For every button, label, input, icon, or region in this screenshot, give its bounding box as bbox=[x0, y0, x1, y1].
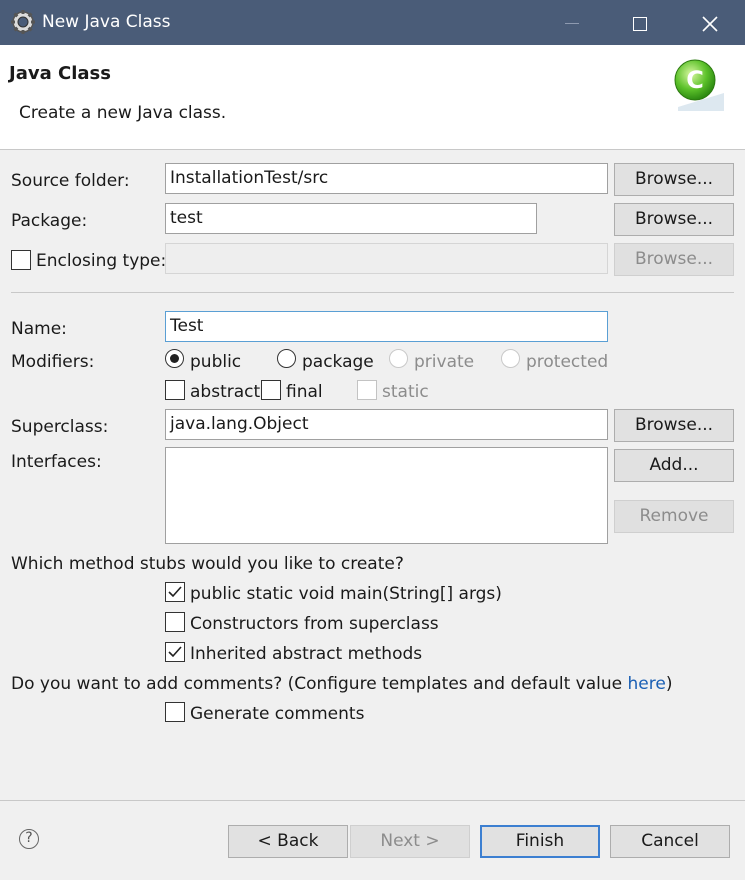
remove-interface-button: Remove bbox=[614, 500, 734, 533]
maximize-button[interactable] bbox=[605, 0, 675, 45]
static-checkbox bbox=[357, 380, 377, 400]
superclass-input[interactable]: java.lang.Object bbox=[165, 409, 608, 440]
comments-question: Do you want to add comments? (Configure … bbox=[11, 674, 672, 694]
inherited-methods-checkbox[interactable] bbox=[165, 642, 185, 662]
close-icon bbox=[702, 15, 718, 32]
source-folder-input[interactable]: InstallationTest/src bbox=[165, 163, 608, 194]
protected-radio bbox=[501, 349, 520, 368]
checkmark-icon bbox=[168, 586, 182, 598]
help-icon[interactable]: ? bbox=[19, 829, 39, 849]
title-bar: New Java Class bbox=[0, 0, 745, 45]
final-label: final bbox=[286, 382, 323, 402]
package-browse-button[interactable]: Browse... bbox=[614, 203, 734, 236]
close-button[interactable] bbox=[675, 0, 745, 45]
generate-comments-label: Generate comments bbox=[190, 704, 365, 724]
package-input[interactable]: test bbox=[165, 203, 537, 234]
static-label: static bbox=[382, 382, 429, 402]
abstract-label: abstract bbox=[190, 382, 261, 402]
add-interface-button[interactable]: Add... bbox=[614, 449, 734, 482]
comments-question-text: Do you want to add comments? (Configure … bbox=[11, 674, 628, 694]
wizard-description: Create a new Java class. bbox=[19, 103, 227, 123]
checkmark-icon bbox=[168, 646, 182, 658]
wizard-title: Java Class bbox=[9, 63, 111, 84]
enclosing-type-label: Enclosing type: bbox=[36, 251, 167, 271]
enclosing-type-browse-button: Browse... bbox=[614, 243, 734, 276]
wizard-header: Java Class Create a new Java class. C bbox=[0, 45, 745, 150]
eclipse-gear-icon bbox=[10, 9, 36, 35]
configure-templates-link[interactable]: here bbox=[628, 674, 666, 694]
public-radio-label: public bbox=[190, 352, 242, 372]
package-radio[interactable] bbox=[277, 349, 296, 368]
enclosing-type-input bbox=[165, 243, 608, 274]
comments-question-suffix: ) bbox=[665, 674, 673, 694]
back-button[interactable]: < Back bbox=[228, 825, 348, 858]
name-input[interactable]: Test bbox=[165, 311, 608, 342]
divider bbox=[11, 292, 734, 293]
superclass-label: Superclass: bbox=[11, 417, 109, 437]
modifiers-label: Modifiers: bbox=[11, 352, 95, 372]
source-folder-browse-button[interactable]: Browse... bbox=[614, 163, 734, 196]
main-method-label: public static void main(String[] args) bbox=[190, 584, 502, 604]
method-stubs-question: Which method stubs would you like to cre… bbox=[11, 554, 404, 574]
inherited-methods-label: Inherited abstract methods bbox=[190, 644, 423, 664]
minimize-button[interactable] bbox=[537, 0, 607, 45]
main-method-checkbox[interactable] bbox=[165, 582, 185, 602]
cancel-button[interactable]: Cancel bbox=[610, 825, 730, 858]
protected-radio-label: protected bbox=[526, 352, 609, 372]
superclass-browse-button[interactable]: Browse... bbox=[614, 409, 734, 442]
finish-button[interactable]: Finish bbox=[480, 825, 600, 858]
svg-text:C: C bbox=[686, 66, 704, 94]
generate-comments-checkbox[interactable] bbox=[165, 702, 185, 722]
package-label: Package: bbox=[11, 211, 88, 231]
footer-divider bbox=[0, 800, 745, 801]
minimize-icon bbox=[565, 23, 579, 24]
constructors-label: Constructors from superclass bbox=[190, 614, 439, 634]
source-folder-label: Source folder: bbox=[11, 171, 130, 191]
maximize-icon bbox=[633, 16, 647, 31]
private-radio-label: private bbox=[414, 352, 475, 372]
java-class-icon: C bbox=[668, 55, 724, 116]
interfaces-label: Interfaces: bbox=[11, 452, 102, 472]
package-radio-label: package bbox=[302, 352, 374, 372]
window-title: New Java Class bbox=[42, 12, 171, 32]
next-button: Next > bbox=[350, 825, 470, 858]
public-radio[interactable] bbox=[165, 349, 184, 368]
abstract-checkbox[interactable] bbox=[165, 380, 185, 400]
interfaces-list[interactable] bbox=[165, 447, 608, 544]
enclosing-type-checkbox[interactable] bbox=[11, 250, 31, 270]
constructors-checkbox[interactable] bbox=[165, 612, 185, 632]
final-checkbox[interactable] bbox=[261, 380, 281, 400]
name-label: Name: bbox=[11, 319, 67, 339]
private-radio bbox=[389, 349, 408, 368]
